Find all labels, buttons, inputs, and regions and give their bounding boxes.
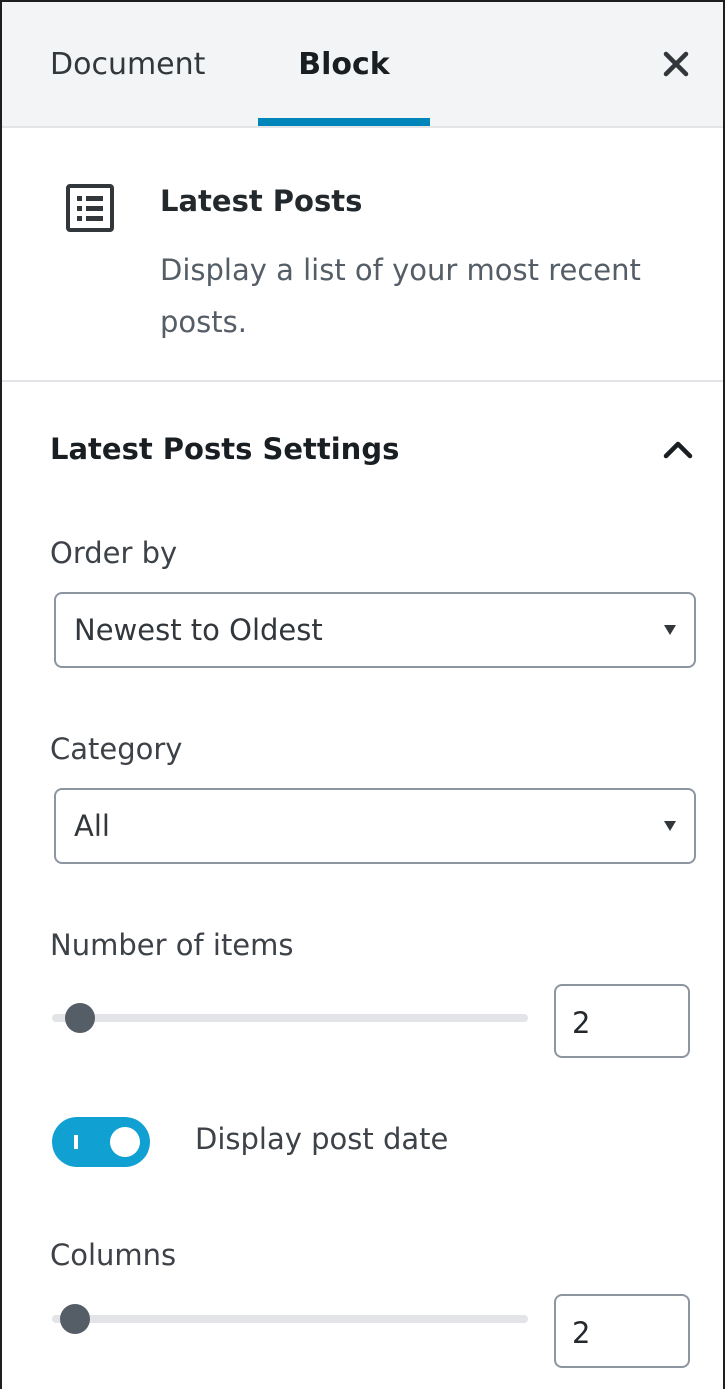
order-by-select[interactable]: Newest to Oldest <box>54 592 696 668</box>
dropdown-arrow-icon <box>664 821 676 831</box>
block-settings-sidebar: Document Block Latest Posts Display a li… <box>0 0 725 1389</box>
tab-block[interactable]: Block <box>258 2 430 126</box>
columns-slider-thumb[interactable] <box>60 1304 90 1334</box>
tab-document-label: Document <box>50 46 206 82</box>
number-of-items-input[interactable]: 2 <box>554 984 690 1058</box>
order-by-label: Order by <box>50 536 178 570</box>
close-icon <box>663 51 689 77</box>
sidebar-header: Document Block <box>2 2 723 128</box>
tab-document[interactable]: Document <box>50 2 220 126</box>
toggle-on-indicator <box>74 1135 78 1149</box>
settings-panel-title[interactable]: Latest Posts Settings <box>50 432 399 466</box>
block-card: Latest Posts Display a list of your most… <box>2 128 723 382</box>
columns-label: Columns <box>50 1238 177 1272</box>
active-tab-indicator <box>258 118 430 126</box>
category-value: All <box>74 809 110 843</box>
dropdown-arrow-icon <box>664 625 676 635</box>
list-view-icon <box>66 184 114 232</box>
display-post-date-label: Display post date <box>195 1122 449 1156</box>
number-of-items-label: Number of items <box>50 928 294 962</box>
order-by-value: Newest to Oldest <box>74 613 323 647</box>
number-of-items-slider[interactable] <box>52 1014 528 1022</box>
toggle-knob <box>110 1127 140 1157</box>
number-of-items-slider-thumb[interactable] <box>65 1003 95 1033</box>
columns-value: 2 <box>572 1316 591 1350</box>
block-description: Display a list of your most recent posts… <box>160 253 641 339</box>
number-of-items-value: 2 <box>572 1006 591 1040</box>
category-label: Category <box>50 732 183 766</box>
close-sidebar-button[interactable] <box>654 42 698 86</box>
columns-input[interactable]: 2 <box>554 1294 690 1368</box>
block-title: Latest Posts <box>160 184 363 218</box>
tab-block-label: Block <box>298 46 390 82</box>
columns-slider[interactable] <box>52 1315 528 1323</box>
display-post-date-toggle[interactable] <box>52 1117 150 1167</box>
category-select[interactable]: All <box>54 788 696 864</box>
chevron-up-icon[interactable] <box>658 430 698 470</box>
